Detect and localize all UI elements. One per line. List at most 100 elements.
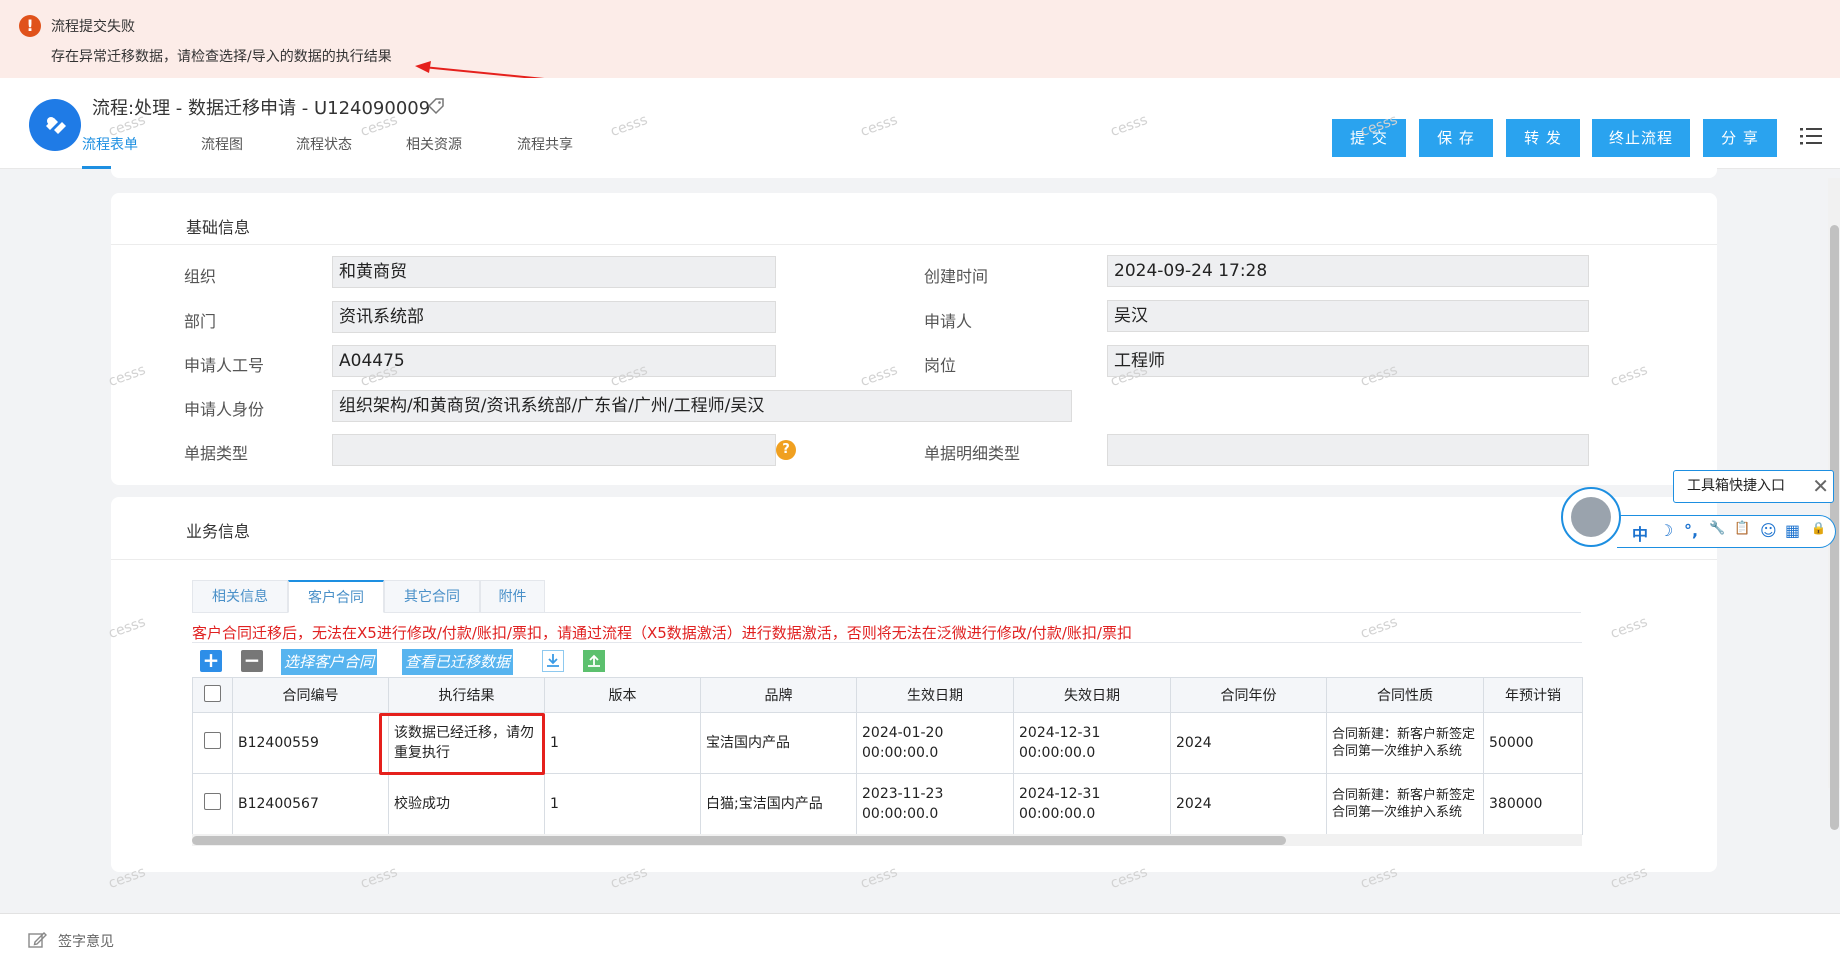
error-icon: !: [19, 15, 41, 37]
previous-card-edge: [111, 166, 1717, 178]
tab-resources[interactable]: 相关资源: [406, 132, 462, 166]
year-cell: 2024: [1170, 773, 1327, 835]
upload-icon[interactable]: [583, 650, 605, 672]
column-header[interactable]: 失效日期: [1013, 677, 1171, 713]
moon-icon[interactable]: ☽: [1659, 521, 1673, 540]
end-date-cell: 2024-12-31 00:00:00.0: [1013, 773, 1171, 835]
tab-share[interactable]: 流程共享: [517, 132, 573, 166]
subtab-customer-contract[interactable]: 客户合同: [288, 580, 384, 613]
toolbox-tooltip: 工具箱快捷入口 ✕: [1673, 470, 1834, 503]
version-cell: 1: [544, 773, 701, 835]
download-icon[interactable]: [542, 650, 564, 672]
basic-info-title: 基础信息: [186, 218, 251, 237]
highlight-annotation: [379, 713, 545, 775]
assistant-avatar[interactable]: [1561, 487, 1621, 547]
signature-footer[interactable]: 签字意见: [0, 913, 1840, 973]
column-header[interactable]: 合同编号: [232, 677, 389, 713]
wrench-icon[interactable]: 🔧: [1709, 521, 1725, 536]
column-header[interactable]: 品牌: [700, 677, 857, 713]
page-header: 流程:处理 - 数据迁移申请 - U124090009 流程表单 流程图 流程状…: [0, 78, 1840, 169]
created-field[interactable]: 2024-09-24 17:28: [1107, 255, 1589, 287]
dept-field[interactable]: 资讯系统部: [332, 301, 776, 333]
migration-warning: 客户合同迁移后，无法在X5进行修改/付款/账扣/票扣，请通过流程（X5数据激活）…: [192, 624, 1132, 642]
identity-label: 申请人身份: [184, 400, 265, 419]
toolbox-tooltip-text: 工具箱快捷入口: [1687, 478, 1785, 494]
nature-cell: 合同新建：新客户新签定合同第一次维护入系统: [1326, 712, 1484, 774]
lock-icon[interactable]: 🔒: [1811, 521, 1826, 535]
notice-message: 存在异常迁移数据，请检查选择/导入的数据的执行结果: [51, 49, 392, 65]
divider: [111, 559, 1717, 560]
detailtype-label: 单据明细类型: [924, 444, 1021, 463]
view-migrated-button[interactable]: 查看已迁移数据: [402, 649, 514, 675]
column-header[interactable]: 合同年份: [1170, 677, 1327, 713]
add-row-button[interactable]: +: [200, 650, 222, 672]
column-header[interactable]: 版本: [544, 677, 701, 713]
empno-field[interactable]: A04475: [332, 345, 776, 377]
year-cell: 2024: [1170, 712, 1327, 774]
select-contract-button[interactable]: 选择客户合同: [281, 649, 378, 675]
position-field[interactable]: 工程师: [1107, 345, 1589, 377]
close-icon[interactable]: ✕: [1812, 471, 1829, 502]
nature-cell: 合同新建：新客户新签定合同第一次维护入系统: [1326, 773, 1484, 835]
column-header[interactable]: 年预计销: [1483, 677, 1583, 713]
applicant-field[interactable]: 吴汉: [1107, 300, 1589, 332]
version-cell: 1: [544, 712, 701, 774]
start-date-cell: 2023-11-23 00:00:00.0: [856, 773, 1014, 835]
table-row[interactable]: B12400567 校验成功 1 白猫;宝洁国内产品 2023-11-23 00…: [192, 773, 1583, 835]
edit-icon: [28, 932, 47, 948]
forward-button[interactable]: 转 发: [1506, 119, 1580, 157]
divider: [192, 642, 1582, 643]
divider: [111, 244, 1717, 245]
detailtype-field[interactable]: [1107, 434, 1589, 466]
punctuation-icon[interactable]: °,: [1684, 521, 1698, 540]
forecast-cell: 50000: [1483, 712, 1583, 774]
column-header[interactable]: 生效日期: [856, 677, 1014, 713]
identity-field[interactable]: 组织架构/和黄商贸/资讯系统部/广东省/广州/工程师/吴汉: [332, 390, 1072, 422]
grid-icon[interactable]: ▦: [1785, 521, 1800, 540]
save-button[interactable]: 保 存: [1419, 119, 1493, 157]
dept-label: 部门: [184, 312, 217, 331]
tab-status[interactable]: 流程状态: [296, 132, 352, 166]
subtab-attachment[interactable]: 附件: [480, 580, 545, 613]
brand-cell: 白猫;宝洁国内产品: [700, 773, 857, 835]
contract-no-cell: B12400559: [232, 712, 389, 774]
share-button[interactable]: 分 享: [1703, 119, 1777, 157]
select-all-cell[interactable]: [192, 677, 233, 713]
applicant-label: 申请人: [924, 312, 973, 331]
forecast-cell: 380000: [1483, 773, 1583, 835]
remove-row-button[interactable]: −: [241, 650, 263, 672]
row-checkbox[interactable]: [204, 731, 221, 749]
horizontal-scroll-thumb[interactable]: [192, 836, 1286, 845]
signature-label: 签字意见: [58, 934, 114, 950]
clipboard-icon[interactable]: 📋: [1734, 521, 1750, 536]
business-info-title: 业务信息: [186, 522, 251, 541]
select-all-checkbox[interactable]: [204, 684, 221, 702]
contract-no-cell: B12400567: [232, 773, 389, 835]
row-select-cell[interactable]: [192, 773, 233, 835]
doctype-label: 单据类型: [184, 444, 249, 463]
brand-cell: 宝洁国内产品: [700, 712, 857, 774]
created-label: 创建时间: [924, 267, 989, 286]
row-checkbox[interactable]: [204, 792, 221, 810]
toolbox-bar: 中 ☽ °, 🔧 📋 ☺ ▦ 🔒: [1617, 515, 1836, 548]
column-header[interactable]: 执行结果: [388, 677, 545, 713]
chinese-input-icon[interactable]: 中: [1632, 521, 1648, 545]
help-icon[interactable]: ?: [776, 440, 796, 460]
tag-icon[interactable]: [426, 96, 446, 116]
notice-title: 流程提交失败: [51, 19, 135, 35]
doctype-field[interactable]: [332, 434, 776, 466]
subtab-related-info[interactable]: 相关信息: [192, 580, 288, 613]
column-header[interactable]: 合同性质: [1326, 677, 1484, 713]
divider: [545, 612, 1581, 613]
org-field[interactable]: 和黄商贸: [332, 256, 776, 288]
terminate-button[interactable]: 终止流程: [1592, 119, 1690, 157]
start-date-cell: 2024-01-20 00:00:00.0: [856, 712, 1014, 774]
tab-flowchart[interactable]: 流程图: [201, 132, 243, 166]
subtab-other-contract[interactable]: 其它合同: [384, 580, 480, 613]
menu-icon[interactable]: [1800, 126, 1822, 146]
smiley-icon[interactable]: ☺: [1760, 521, 1777, 540]
assistant-face-icon: [1571, 497, 1611, 537]
end-date-cell: 2024-12-31 00:00:00.0: [1013, 712, 1171, 774]
table-header-row: 合同编号 执行结果 版本 品牌 生效日期 失效日期 合同年份 合同性质 年预计销: [192, 677, 1583, 713]
row-select-cell[interactable]: [192, 712, 233, 774]
